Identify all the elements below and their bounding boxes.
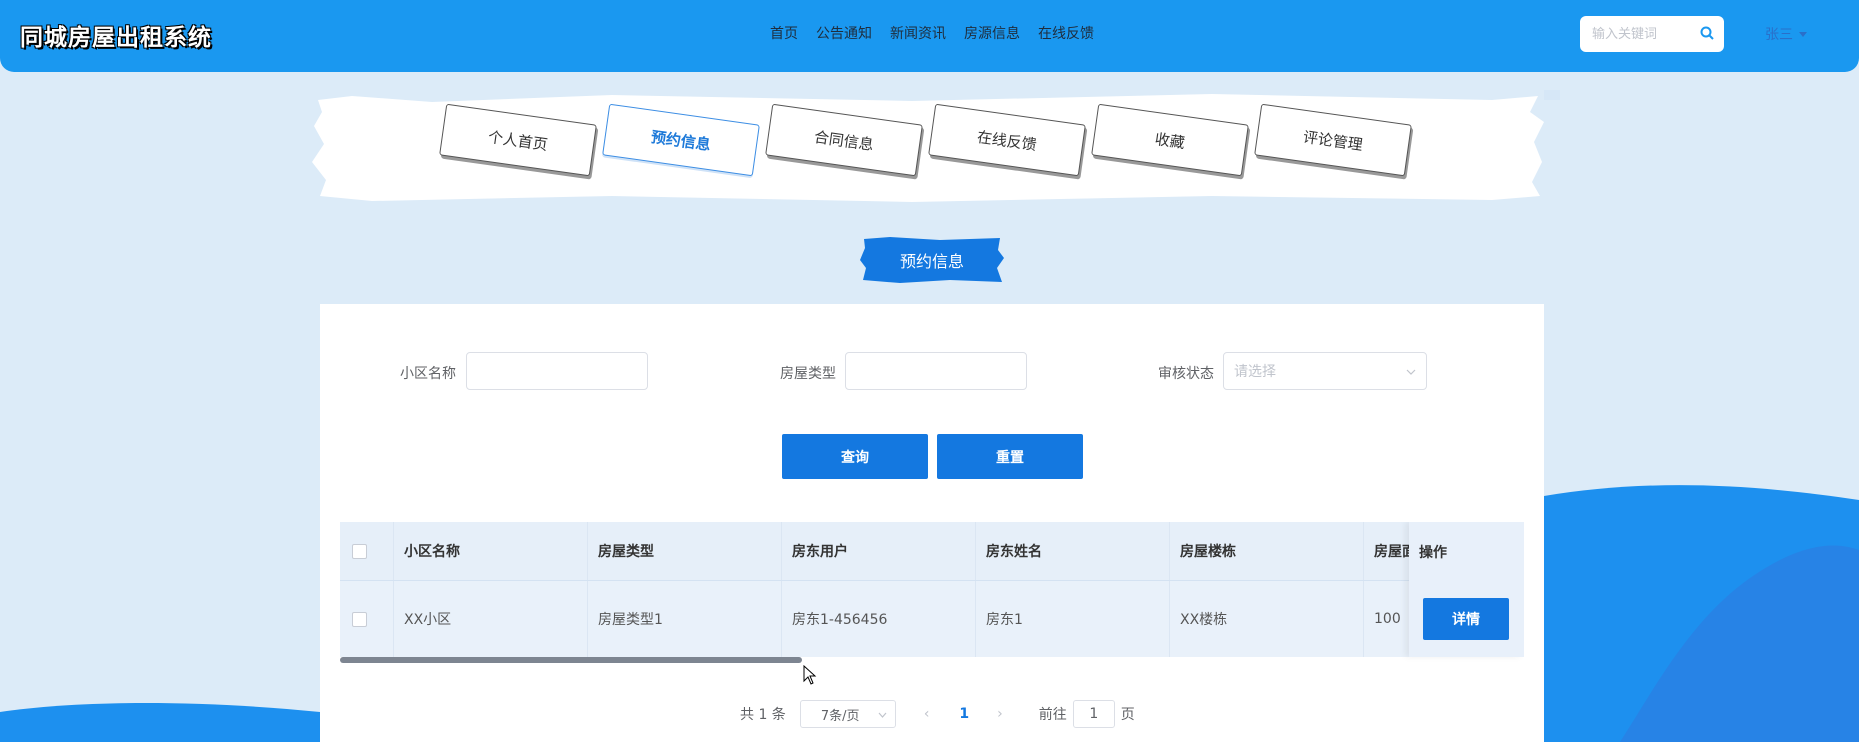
user-menu[interactable]: 张三 [1765, 24, 1807, 44]
col-house-type[interactable]: 房屋类型 [588, 522, 782, 580]
row-checkbox[interactable] [352, 611, 367, 627]
cell-landlord-user: 房东1-456456 [782, 581, 976, 657]
goto-page-input[interactable]: 1 [1072, 700, 1115, 728]
community-input[interactable] [466, 352, 648, 390]
nav-home[interactable]: 首页 [770, 23, 798, 43]
cell-landlord-name: 房东1 [976, 581, 1170, 657]
col-landlord-name[interactable]: 房东姓名 [976, 522, 1170, 580]
content-panel: 小区名称 房屋类型 审核状态 请选择 查询 重置 小区名称 房屋类型 房东用户 … [320, 304, 1544, 742]
cell-community: XX小区 [394, 581, 588, 657]
house-type-label: 房屋类型 [780, 366, 836, 382]
prev-page-icon[interactable]: ‹ [924, 706, 930, 722]
next-page-icon[interactable]: › [997, 706, 1003, 722]
section-title: 预约信息 [860, 236, 1004, 284]
cell-house-type: 房屋类型1 [588, 581, 782, 657]
chevron-down-icon [1799, 26, 1807, 42]
col-building[interactable]: 房屋楼栋 [1170, 522, 1364, 580]
search-button[interactable]: 查询 [782, 434, 928, 479]
nav-notices[interactable]: 公告通知 [816, 23, 872, 43]
horizontal-scrollbar[interactable] [340, 657, 1524, 663]
row-select-cell [340, 581, 394, 657]
community-label: 小区名称 [400, 366, 456, 382]
detail-button[interactable]: 详情 [1423, 598, 1509, 640]
top-navbar: 同城房屋出租系统 首页 公告通知 新闻资讯 房源信息 在线反馈 张三 [0, 0, 1859, 72]
nav-listings[interactable]: 房源信息 [964, 23, 1020, 43]
pagination: 共 1 条 7条/页 ‹ 1 › 前往 1 页 [740, 700, 1135, 728]
scrollbar-thumb[interactable] [340, 657, 802, 663]
chevron-down-icon [878, 707, 887, 722]
total-count: 共 1 条 [740, 707, 786, 723]
mouse-cursor-icon [803, 665, 817, 685]
reset-button[interactable]: 重置 [937, 434, 1083, 479]
goto-label: 前往 [1038, 707, 1067, 723]
reservation-table: 小区名称 房屋类型 房东用户 房东姓名 房屋楼栋 房屋面 XX小区 房屋类型1 … [340, 522, 1524, 672]
col-operation: 操作 [1419, 545, 1447, 561]
cell-building: XX楼栋 [1170, 581, 1364, 657]
user-name: 张三 [1765, 27, 1793, 43]
col-community[interactable]: 小区名称 [394, 522, 588, 580]
user-center-tabs: 个人首页 预约信息 合同信息 在线反馈 收藏 评论管理 [312, 92, 1544, 204]
main-nav: 首页 公告通知 新闻资讯 房源信息 在线反馈 [770, 23, 1094, 43]
table-row: XX小区 房屋类型1 房东1-456456 房东1 XX楼栋 100 [340, 581, 1524, 657]
header-search [1580, 16, 1724, 52]
nav-news[interactable]: 新闻资讯 [890, 23, 946, 43]
status-label: 审核状态 [1158, 366, 1214, 382]
page-number[interactable]: 1 [959, 706, 969, 722]
status-select[interactable]: 请选择 [1223, 352, 1427, 390]
operation-column: 操作 详情 [1409, 522, 1524, 657]
section-title-text: 预约信息 [899, 252, 964, 271]
col-landlord-user[interactable]: 房东用户 [782, 522, 976, 580]
status-placeholder: 请选择 [1234, 364, 1276, 380]
page-suffix: 页 [1120, 707, 1135, 723]
page-size-select[interactable]: 7条/页 [799, 700, 896, 728]
house-type-input[interactable] [845, 352, 1027, 390]
search-icon[interactable] [1700, 25, 1714, 44]
select-all-cell [340, 522, 394, 580]
page-size-value: 7条/页 [820, 708, 860, 724]
select-all-checkbox[interactable] [352, 543, 367, 559]
chevron-down-icon [1406, 363, 1416, 379]
table-header: 小区名称 房屋类型 房东用户 房东姓名 房屋楼栋 房屋面 [340, 522, 1524, 581]
site-title: 同城房屋出租系统 [20, 25, 212, 51]
search-input[interactable] [1590, 25, 1694, 43]
nav-feedback[interactable]: 在线反馈 [1038, 23, 1094, 43]
